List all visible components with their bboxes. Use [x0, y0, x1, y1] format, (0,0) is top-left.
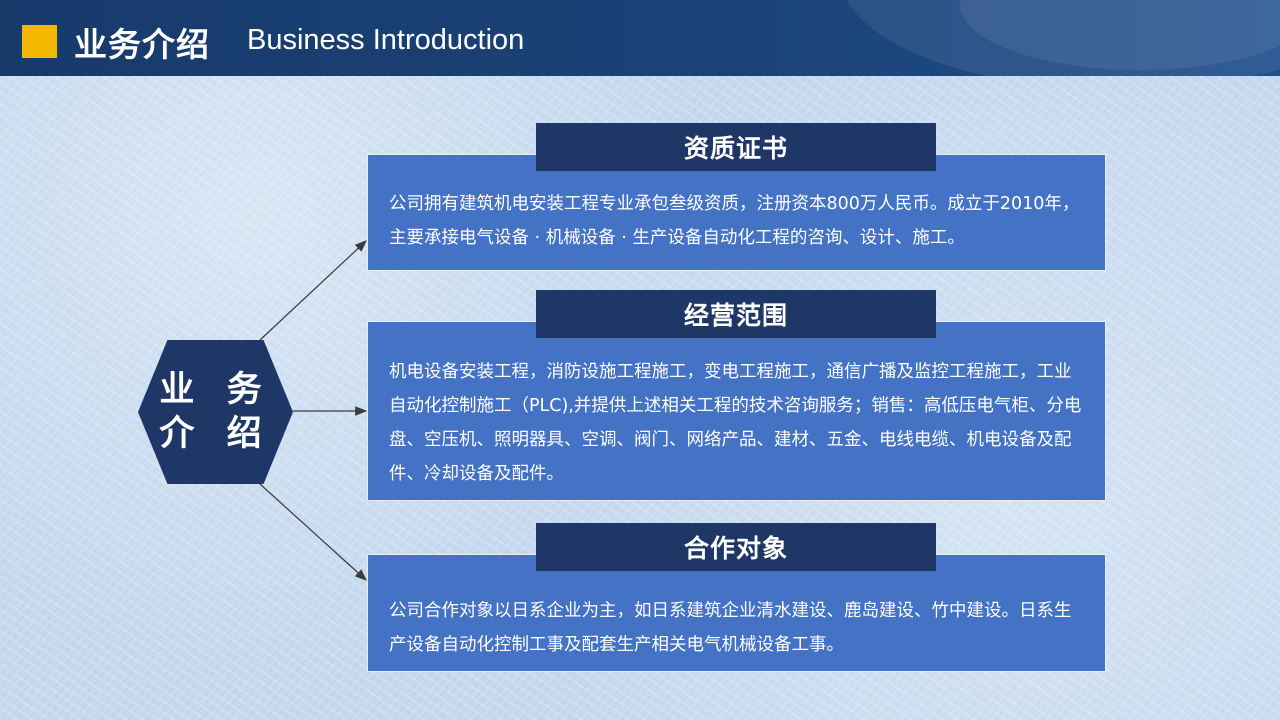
business-scope-box: 机电设备安装工程，消防设施工程施工，变电工程施工，通信广播及监控工程施工，工业自… [367, 321, 1106, 501]
qualification-box: 公司拥有建筑机电安装工程专业承包叁级资质，注册资本800万人民币。成立于2010… [367, 154, 1106, 271]
hexagon-text-line1: 业 务 [159, 370, 272, 410]
arrow-to-qualification [259, 240, 367, 341]
partners-text: 公司合作对象以日系企业为主，如日系建筑企业清水建设、鹿岛建设、竹中建设。日系生产… [389, 601, 1072, 655]
partners-title: 合作对象 [536, 523, 936, 571]
arrow-to-partners [259, 483, 367, 581]
center-hexagon-label: 业 务 介 绍 [138, 340, 293, 484]
business-scope-title: 经营范围 [536, 290, 936, 338]
partners-box: 公司合作对象以日系企业为主，如日系建筑企业清水建设、鹿岛建设、竹中建设。日系生产… [367, 554, 1106, 672]
business-scope-text: 机电设备安装工程，消防设施工程施工，变电工程施工，通信广播及监控工程施工，工业自… [389, 362, 1082, 484]
qualification-title: 资质证书 [536, 123, 936, 171]
hexagon-text-line2: 介 绍 [159, 414, 272, 454]
